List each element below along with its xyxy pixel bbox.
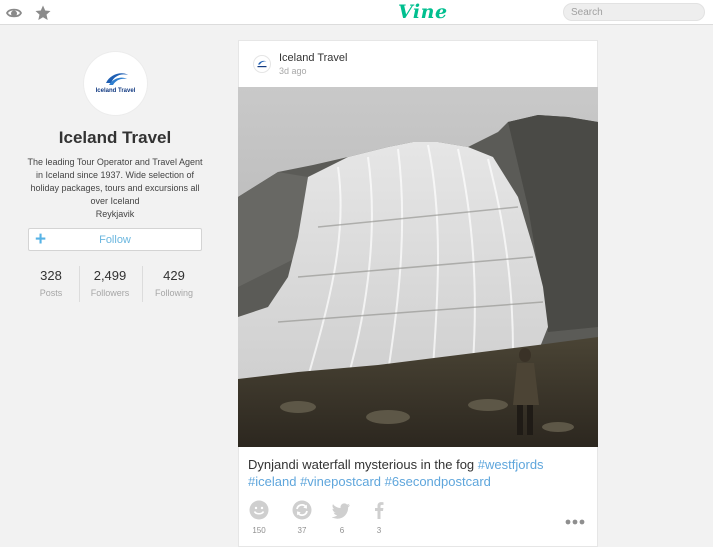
- follow-label: Follow: [99, 234, 131, 246]
- post-video-thumbnail[interactable]: [238, 87, 598, 447]
- stat-label: Following: [154, 288, 194, 298]
- post-caption: Dynjandi waterfall mysterious in the fog…: [248, 456, 588, 490]
- twitter-icon: [332, 503, 350, 519]
- avatar-brand-text: Iceland Travel: [95, 88, 136, 94]
- stat-label: Posts: [39, 288, 63, 298]
- hashtag-link[interactable]: #iceland: [248, 474, 296, 489]
- search-input[interactable]: [563, 3, 705, 21]
- twitter-share-count: 6: [339, 526, 345, 535]
- stat-posts[interactable]: 328 Posts: [21, 268, 81, 298]
- iceland-travel-logo-icon: [106, 73, 128, 85]
- stat-label: Followers: [90, 288, 130, 298]
- profile-bio: The leading Tour Operator and Travel Age…: [25, 156, 205, 221]
- profile-bio-text: The leading Tour Operator and Travel Age…: [27, 157, 203, 206]
- post-card: Iceland Travel 3d ago Dynjandi waterfall…: [238, 40, 598, 547]
- stat-followers[interactable]: 2,499 Followers: [80, 268, 140, 298]
- profile-location: Reykjavik: [95, 209, 135, 219]
- facebook-share-button[interactable]: 3: [367, 500, 391, 535]
- post-timestamp: 3d ago: [279, 66, 307, 76]
- post-author-name[interactable]: Iceland Travel: [279, 52, 347, 64]
- more-icon[interactable]: [565, 519, 585, 525]
- like-button[interactable]: 150: [247, 500, 271, 535]
- stat-value: 429: [163, 268, 185, 283]
- vine-logo[interactable]: Vine: [398, 1, 448, 23]
- hashtag-link[interactable]: #westfjords: [478, 457, 544, 472]
- post-author-avatar[interactable]: [253, 55, 271, 73]
- star-icon[interactable]: [34, 4, 52, 22]
- top-bar: Vine: [0, 0, 713, 25]
- follow-button[interactable]: + Follow: [28, 228, 202, 251]
- facebook-icon: [375, 502, 384, 519]
- stat-value: 328: [40, 268, 62, 283]
- eye-icon[interactable]: [5, 4, 23, 22]
- like-count: 150: [252, 526, 266, 535]
- facebook-share-count: 3: [376, 526, 382, 535]
- revine-button[interactable]: 37: [290, 500, 314, 535]
- stat-following[interactable]: 429 Following: [144, 268, 204, 298]
- profile-name: Iceland Travel: [58, 128, 172, 147]
- profile-avatar[interactable]: Iceland Travel: [84, 52, 147, 115]
- twitter-share-button[interactable]: 6: [330, 500, 354, 535]
- stat-value: 2,499: [93, 268, 127, 283]
- smiley-icon: [249, 500, 269, 520]
- hashtag-link[interactable]: #vinepostcard: [300, 474, 381, 489]
- caption-text: Dynjandi waterfall mysterious in the fog: [248, 457, 475, 472]
- revine-icon: [292, 500, 312, 520]
- revine-count: 37: [297, 526, 307, 535]
- hashtag-link[interactable]: #6secondpostcard: [385, 474, 491, 489]
- stat-divider: [142, 266, 143, 302]
